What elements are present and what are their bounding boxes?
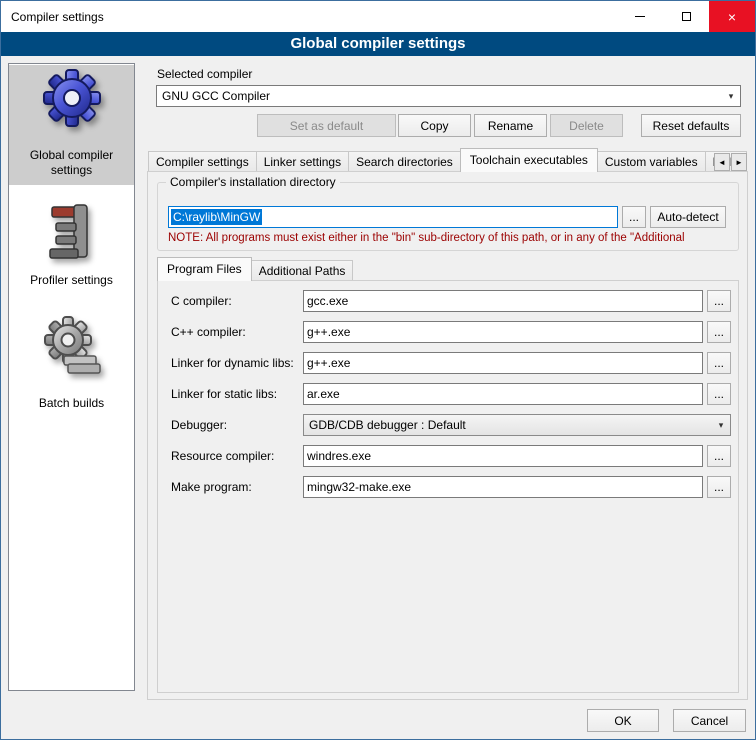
tab-program-files[interactable]: Program Files <box>157 257 252 281</box>
tab-scroll-right-button[interactable]: ► <box>731 153 747 171</box>
auto-detect-button[interactable]: Auto-detect <box>650 206 726 228</box>
close-button[interactable]: × <box>709 1 755 32</box>
dialog-header-title: Global compiler settings <box>1 32 755 56</box>
set-as-default-button: Set as default <box>257 114 396 137</box>
tab-custom-variables[interactable]: Custom variables <box>597 151 706 171</box>
tab-search-directories[interactable]: Search directories <box>348 151 461 171</box>
sidebar-item-label: Profiler settings <box>16 273 128 288</box>
executables-subtabstrip: Program Files Additional Paths <box>157 258 353 280</box>
sidebar-item-batch-builds[interactable]: Batch builds <box>9 311 134 423</box>
dynamic-linker-input[interactable] <box>303 352 703 374</box>
static-linker-input[interactable] <box>303 383 703 405</box>
cpp-compiler-browse-button[interactable]: ... <box>707 321 731 343</box>
resource-compiler-browse-button[interactable]: ... <box>707 445 731 467</box>
installation-directory-browse-button[interactable]: ... <box>622 206 646 228</box>
selected-compiler-dropdown[interactable]: GNU GCC Compiler ▾ <box>156 85 741 107</box>
cpp-compiler-label: C++ compiler: <box>171 325 303 339</box>
profiler-tool-icon <box>40 199 104 263</box>
installation-directory-note: NOTE: All programs must exist either in … <box>168 232 736 244</box>
tab-linker-settings[interactable]: Linker settings <box>256 151 349 171</box>
static-linker-label: Linker for static libs: <box>171 387 303 401</box>
installation-directory-input[interactable]: C:\raylib\MinGW <box>168 206 618 228</box>
form-row-resource-compiler: Resource compiler: ... <box>157 445 739 467</box>
form-row-static-linker: Linker for static libs: ... <box>157 383 739 405</box>
tab-scroll-left-button[interactable]: ◄ <box>714 153 730 171</box>
reset-defaults-button[interactable]: Reset defaults <box>641 114 741 137</box>
c-compiler-browse-button[interactable]: ... <box>707 290 731 312</box>
settings-tabstrip: Compiler settings Linker settings Search… <box>148 149 747 171</box>
titlebar[interactable]: Compiler settings × <box>1 1 755 32</box>
static-linker-browse-button[interactable]: ... <box>707 383 731 405</box>
form-row-cpp-compiler: C++ compiler: ... <box>157 321 739 343</box>
window-title: Compiler settings <box>11 10 104 24</box>
dynamic-linker-browse-button[interactable]: ... <box>707 352 731 374</box>
c-compiler-label: C compiler: <box>171 294 303 308</box>
delete-button: Delete <box>550 114 623 137</box>
window-controls: × <box>617 1 755 32</box>
sidebar-item-label: Batch builds <box>16 396 128 411</box>
installation-directory-group: Compiler's installation directory C:\ray… <box>157 182 739 251</box>
form-row-make-program: Make program: ... <box>157 476 739 498</box>
installation-directory-group-label: Compiler's installation directory <box>166 175 340 189</box>
form-row-debugger: Debugger: GDB/CDB debugger : Default ▾ <box>157 414 739 436</box>
compiler-settings-dialog: Compiler settings × Global compiler sett… <box>0 0 756 740</box>
arrow-left-icon: ◄ <box>718 158 726 167</box>
close-icon: × <box>728 9 736 25</box>
sidebar-item-label: Global compiler settings <box>16 148 128 178</box>
sidebar-item-global-compiler-settings[interactable]: Global compiler settings <box>9 65 134 185</box>
ok-button[interactable]: OK <box>587 709 659 732</box>
gray-gear-stack-icon <box>40 314 104 378</box>
rename-button[interactable]: Rename <box>474 114 547 137</box>
tab-toolchain-executables[interactable]: Toolchain executables <box>460 148 598 172</box>
debugger-value: GDB/CDB debugger : Default <box>304 418 712 432</box>
tab-compiler-settings[interactable]: Compiler settings <box>148 151 257 171</box>
copy-button[interactable]: Copy <box>398 114 471 137</box>
minimize-icon <box>635 16 645 17</box>
cpp-compiler-input[interactable] <box>303 321 703 343</box>
resource-compiler-label: Resource compiler: <box>171 449 303 463</box>
sidebar: Global compiler settings Profiler settin… <box>8 63 135 691</box>
form-row-dynamic-linker: Linker for dynamic libs: ... <box>157 352 739 374</box>
blue-gear-icon <box>40 68 104 132</box>
installation-directory-value: C:\raylib\MinGW <box>171 209 262 225</box>
make-program-label: Make program: <box>171 480 303 494</box>
selected-compiler-label: Selected compiler <box>157 67 252 81</box>
tab-additional-paths[interactable]: Additional Paths <box>251 260 354 280</box>
chevron-down-icon: ▾ <box>712 420 730 431</box>
sidebar-item-profiler-settings[interactable]: Profiler settings <box>9 197 134 297</box>
debugger-dropdown[interactable]: GDB/CDB debugger : Default ▾ <box>303 414 731 436</box>
toolchain-form: C compiler: ... C++ compiler: ... Linker… <box>157 290 739 507</box>
debugger-label: Debugger: <box>171 418 303 432</box>
resource-compiler-input[interactable] <box>303 445 703 467</box>
form-row-c-compiler: C compiler: ... <box>157 290 739 312</box>
cancel-button[interactable]: Cancel <box>673 709 746 732</box>
selected-compiler-value: GNU GCC Compiler <box>157 89 722 103</box>
make-program-input[interactable] <box>303 476 703 498</box>
chevron-down-icon: ▾ <box>722 91 740 102</box>
c-compiler-input[interactable] <box>303 290 703 312</box>
maximize-icon <box>682 12 691 21</box>
maximize-button[interactable] <box>663 1 709 32</box>
arrow-right-icon: ► <box>735 158 743 167</box>
dynamic-linker-label: Linker for dynamic libs: <box>171 356 303 370</box>
minimize-button[interactable] <box>617 1 663 32</box>
make-program-browse-button[interactable]: ... <box>707 476 731 498</box>
